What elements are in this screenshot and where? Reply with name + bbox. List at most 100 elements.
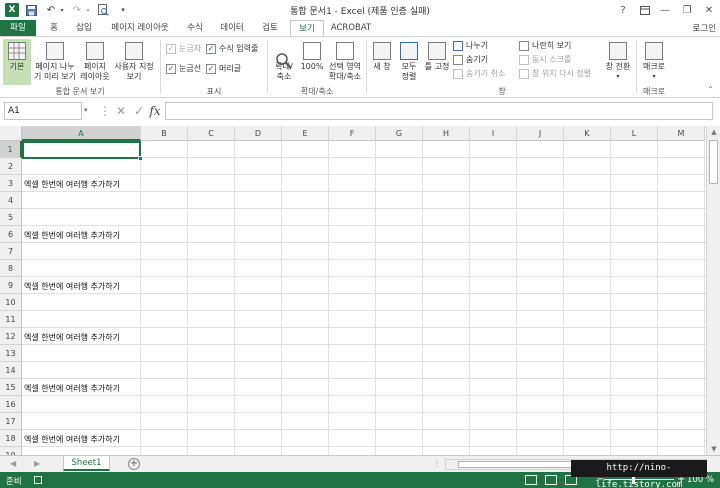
scroll-down-icon[interactable]: ▼ [707,443,720,455]
worksheet-grid[interactable]: ABCDEFGHIJKLM 1 2 3 4 5 6 7 8 9 10 11 12 13 14 15 16 17 1… [0,126,706,455]
name-box[interactable]: A1 [4,102,82,120]
cell-a15[interactable]: 엑셀 한번에 여러행 추가하기 [24,383,120,394]
custom-views-button[interactable]: 사용자 지정 보기 [112,39,156,85]
select-all-corner[interactable] [0,126,22,141]
collapse-ribbon-icon[interactable]: ⌃ [707,85,714,94]
hide-button[interactable]: 숨기기 [453,54,488,66]
tab-acrobat[interactable]: ACROBAT [330,20,372,36]
row-header-6[interactable]: 6 [0,226,22,243]
row-header-8[interactable]: 8 [0,260,22,277]
zoom-100-button[interactable]: 100% [299,39,325,85]
sheet-tab-sheet1[interactable]: Sheet1 [63,456,110,471]
row-header-3[interactable]: 3 [0,175,22,192]
row-header-13[interactable]: 13 [0,345,22,362]
page-layout-status-icon[interactable] [545,475,557,485]
tab-data[interactable]: 데이터 [216,20,248,36]
row-header-16[interactable]: 16 [0,396,22,413]
normal-view-status-icon[interactable] [525,475,537,485]
redo-icon[interactable]: ↷ [69,2,85,18]
active-cell-border[interactable] [22,141,141,159]
row-header-10[interactable]: 10 [0,294,22,311]
cell-a18[interactable]: 엑셀 한번에 여러행 추가하기 [24,434,120,445]
tab-formulas[interactable]: 수식 [184,20,206,36]
normal-view-button[interactable]: 기본 [3,39,31,85]
undo-icon[interactable]: ↶ [43,2,59,18]
print-preview-icon[interactable] [95,2,111,18]
headings-checkbox[interactable]: ✓ 머리글 [206,63,241,75]
column-header-a[interactable]: A [22,126,141,141]
row-header-1[interactable]: 1 [0,141,22,158]
tab-page-layout[interactable]: 페이지 레이아웃 [104,20,176,36]
row-header-15[interactable]: 15 [0,379,22,396]
vertical-scroll-thumb[interactable] [709,140,718,184]
customize-qat-icon[interactable]: ▾ [115,2,131,18]
macro-record-icon[interactable] [34,476,42,484]
column-header-b[interactable]: B [141,126,188,141]
formula-bar-checkbox[interactable]: ✓ 수식 입력줄 [206,43,258,55]
help-button[interactable]: ? [612,0,634,20]
cell-a12[interactable]: 엑셀 한번에 여러행 추가하기 [24,332,120,343]
name-box-dropdown-icon[interactable]: ▾ [84,106,88,114]
previous-sheet-icon[interactable]: ◀ [10,459,16,468]
tab-home[interactable]: 홈 [44,20,64,36]
insert-function-icon[interactable]: fx [146,102,164,120]
tab-insert[interactable]: 삽입 [72,20,96,36]
column-header-i[interactable]: I [470,126,517,141]
macros-button[interactable]: 매크로 ▾ [640,39,668,85]
column-header-k[interactable]: K [564,126,611,141]
column-header-m[interactable]: M [658,126,705,141]
unhide-button[interactable]: 숨기기 취소 [453,68,505,80]
tab-split-handle-icon[interactable]: ⋮ [433,459,441,468]
cell-a3[interactable]: 엑셀 한번에 여러행 추가하기 [24,179,120,190]
minimize-button[interactable]: — [654,0,676,20]
switch-windows-button[interactable]: 창 전환 ▾ [603,39,633,85]
next-sheet-icon[interactable]: ▶ [34,459,40,468]
zoom-button[interactable]: 확대/ 축소 [271,39,297,85]
redo-dropdown-icon[interactable]: ▾ [85,2,91,18]
cell-a9[interactable]: 엑셀 한번에 여러행 추가하기 [24,281,120,292]
row-header-5[interactable]: 5 [0,209,22,226]
tab-view[interactable]: 보기 [290,20,324,37]
tab-review[interactable]: 검토 [258,20,282,36]
sign-in-link[interactable]: 로그인 [693,22,716,34]
row-header-17[interactable]: 17 [0,413,22,430]
ruler-checkbox[interactable]: ✓ 눈금자 [166,43,201,55]
scroll-up-icon[interactable]: ▲ [707,126,720,138]
vertical-scrollbar[interactable]: ▲ ▼ [706,126,720,455]
column-header-l[interactable]: L [611,126,658,141]
row-header-2[interactable]: 2 [0,158,22,175]
formula-input[interactable] [165,102,713,120]
column-header-c[interactable]: C [188,126,235,141]
arrange-all-button[interactable]: 모두 정렬 [397,39,421,85]
column-header-d[interactable]: D [235,126,282,141]
row-header-4[interactable]: 4 [0,192,22,209]
row-header-18[interactable]: 18 [0,430,22,447]
column-header-h[interactable]: H [423,126,470,141]
column-header-g[interactable]: G [376,126,423,141]
zoom-to-selection-button[interactable]: 선택 영역 확대/축소 [326,39,364,85]
view-side-by-side-button[interactable]: 나란히 보기 [519,40,571,52]
cancel-entry-icon[interactable]: ✕ [112,102,130,120]
tab-file[interactable]: 파일 [0,20,36,36]
row-header-7[interactable]: 7 [0,243,22,260]
page-break-preview-button[interactable]: 페이지 나누 기 미리 보기 [32,39,78,85]
row-header-9[interactable]: 9 [0,277,22,294]
column-header-j[interactable]: J [517,126,564,141]
cell-a6[interactable]: 엑셀 한번에 여러행 추가하기 [24,230,120,241]
synchronous-scrolling-button[interactable]: 동시 스크롤 [519,54,571,66]
reset-window-position-button[interactable]: 창 위치 다시 정렬 [519,68,591,80]
ribbon-display-options-icon[interactable] [634,0,656,20]
freeze-panes-button[interactable]: 틀 고정 [422,39,452,85]
row-header-14[interactable]: 14 [0,362,22,379]
fill-handle[interactable] [138,156,143,161]
add-sheet-button[interactable]: + [128,458,140,470]
row-header-11[interactable]: 11 [0,311,22,328]
save-icon[interactable] [23,2,39,18]
column-header-f[interactable]: F [329,126,376,141]
page-layout-view-button[interactable]: 페이지 레이아웃 [79,39,111,85]
split-button[interactable]: 나누기 [453,40,488,52]
column-header-e[interactable]: E [282,126,329,141]
close-button[interactable]: ✕ [698,0,720,20]
row-header-12[interactable]: 12 [0,328,22,345]
undo-dropdown-icon[interactable]: ▾ [59,2,65,18]
